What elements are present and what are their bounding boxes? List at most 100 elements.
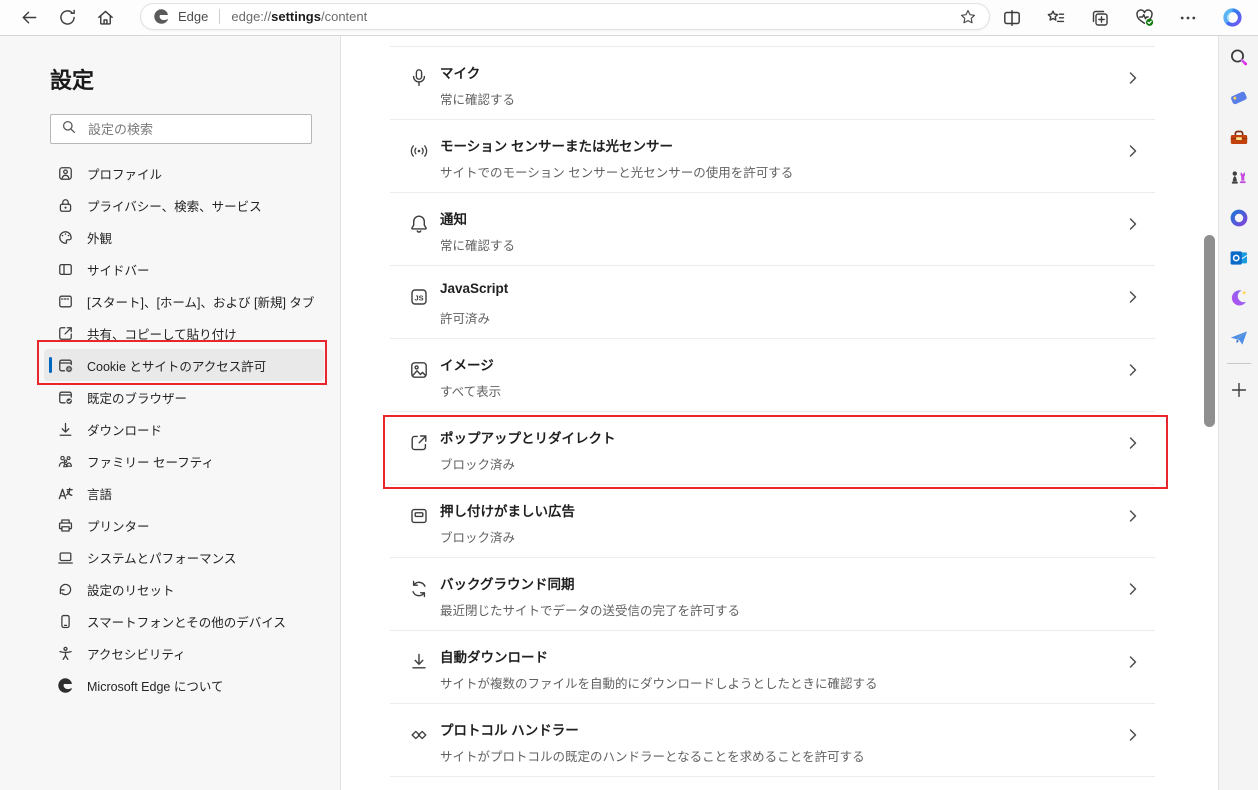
sidebar-item-label: ファミリー セーフティ — [87, 452, 214, 471]
sidebar-item-label: Microsoft Edge について — [87, 676, 223, 695]
permission-row[interactable]: プロトコル ハンドラーサイトがプロトコルの既定のハンドラーとなることを求めること… — [390, 703, 1155, 776]
permission-row[interactable]: 押し付けがましい広告ブロック済み — [390, 484, 1155, 557]
sidebar-item[interactable]: スマートフォンとその他のデバイス — [44, 605, 324, 637]
toolbar-action-buttons — [990, 0, 1254, 35]
sidebar-item[interactable]: プライバシー、検索、サービス — [44, 189, 324, 221]
popups-icon — [408, 432, 430, 454]
sidebar-item[interactable]: 設定のリセット — [44, 573, 324, 605]
background-sync-icon — [408, 578, 430, 600]
sidebar-item-label: 設定のリセット — [87, 580, 175, 599]
chevron-right-icon — [1125, 216, 1141, 232]
sidebar-item[interactable]: Cookie とサイトのアクセス許可 — [44, 349, 324, 381]
accessibility-icon — [57, 645, 74, 662]
settings-menu-button[interactable] — [1166, 3, 1210, 33]
browser-essentials-button[interactable] — [1122, 3, 1166, 33]
rail-search-button[interactable] — [1219, 38, 1258, 78]
sidebar-item[interactable]: 外観 — [44, 221, 324, 253]
permission-status: 許可済み — [440, 308, 490, 327]
collections-button[interactable] — [1078, 3, 1122, 33]
rail-image-creator-button[interactable] — [1219, 278, 1258, 318]
sidebar-item[interactable]: アクセシビリティ — [44, 637, 324, 669]
sidebar-item-label: アクセシビリティ — [87, 644, 186, 663]
scrollbar[interactable] — [1203, 36, 1216, 790]
settings-sidebar: 設定 プロファイルプライバシー、検索、サービス外観サイドバー[スタート]、[ホー… — [0, 36, 341, 790]
permission-title: ポップアップとリダイレクト — [440, 427, 616, 447]
edge-side-rail — [1218, 36, 1258, 790]
permission-status: 常に確認する — [440, 235, 515, 254]
edge-favicon-icon — [153, 8, 170, 25]
permission-row[interactable]: JS JavaScript 許可済み — [390, 265, 1155, 338]
rail-shopping-button[interactable] — [1219, 78, 1258, 118]
rail-tools-button[interactable] — [1219, 118, 1258, 158]
printer-icon — [57, 517, 74, 534]
sidebar-item[interactable]: Microsoft Edge について — [44, 669, 324, 701]
sidebar-item[interactable]: 共有、コピーして貼り付け — [44, 317, 324, 349]
rail-drop-button[interactable] — [1219, 318, 1258, 358]
permission-row[interactable]: バックグラウンド同期最近閉じたサイトでデータの送受信の完了を許可する — [390, 557, 1155, 630]
sidebar-icon — [57, 261, 74, 278]
permission-status: すべて表示 — [440, 381, 501, 400]
sidebar-item[interactable]: 言語 — [44, 477, 324, 509]
permission-row[interactable]: イメージすべて表示 — [390, 338, 1155, 411]
settings-search-box[interactable] — [50, 114, 312, 144]
sidebar-item-label: スマートフォンとその他のデバイス — [87, 612, 286, 631]
rail-outlook-button[interactable] — [1219, 238, 1258, 278]
scrollbar-thumb[interactable] — [1204, 235, 1215, 427]
sidebar-item-label: 共有、コピーして貼り付け — [87, 324, 237, 343]
chevron-right-icon — [1125, 654, 1141, 670]
sidebar-item[interactable]: ダウンロード — [44, 413, 324, 445]
sidebar-item[interactable]: [スタート]、[ホーム]、および [新規] タブ — [44, 285, 324, 317]
rail-games-button[interactable] — [1219, 158, 1258, 198]
reset-icon — [57, 581, 74, 598]
permission-row[interactable]: モーション センサーまたは光センサーサイトでのモーション センサーと光センサーの… — [390, 119, 1155, 192]
chevron-right-icon — [1125, 143, 1141, 159]
permission-row[interactable]: 通知常に確認する — [390, 192, 1155, 265]
chevron-right-icon — [1125, 508, 1141, 524]
permission-row[interactable]: ポップアップとリダイレクトブロック済み — [390, 411, 1155, 484]
favorite-star-icon[interactable] — [959, 8, 977, 26]
url-text: edge://settings/content — [231, 9, 367, 24]
share-icon — [57, 325, 74, 342]
svg-text:JS: JS — [414, 293, 423, 302]
auto-download-icon — [408, 651, 430, 673]
back-button[interactable] — [10, 3, 48, 33]
sidebar-item[interactable]: プリンター — [44, 509, 324, 541]
privacy-icon — [57, 197, 74, 214]
favorites-button[interactable] — [1034, 3, 1078, 33]
browser-toolbar: Edge edge://settings/content — [0, 0, 1258, 36]
permission-status: 常に確認する — [440, 89, 515, 108]
rail-microsoft365-button[interactable] — [1219, 198, 1258, 238]
sidebar-item[interactable]: プロファイル — [44, 157, 324, 189]
split-screen-button[interactable] — [990, 3, 1034, 33]
settings-nav: プロファイルプライバシー、検索、サービス外観サイドバー[スタート]、[ホーム]、… — [0, 157, 340, 701]
permission-row[interactable]: 自動ダウンロードサイトが複数のファイルを自動的にダウンロードしようとしたときに確… — [390, 630, 1155, 703]
sidebar-item[interactable]: システムとパフォーマンス — [44, 541, 324, 573]
home-button[interactable] — [86, 3, 124, 33]
microphone-icon — [408, 67, 430, 89]
copilot-button[interactable] — [1210, 3, 1254, 33]
permission-status: ブロック済み — [440, 454, 515, 473]
sidebar-item-label: プロファイル — [87, 164, 162, 183]
sidebar-item-label: 既定のブラウザー — [87, 388, 187, 407]
chevron-right-icon — [1125, 289, 1141, 305]
profile-icon — [57, 165, 74, 182]
sidebar-item-label: プライバシー、検索、サービス — [87, 196, 262, 215]
permission-title: 通知 — [440, 208, 467, 228]
toolbar-nav-buttons — [10, 0, 124, 35]
permission-title: モーション センサーまたは光センサー — [440, 135, 673, 155]
ads-icon — [408, 505, 430, 527]
permission-title: JavaScript — [440, 281, 508, 296]
settings-search-input[interactable] — [86, 121, 290, 138]
permission-row[interactable]: マイク常に確認する — [390, 46, 1155, 119]
sidebar-item[interactable]: サイドバー — [44, 253, 324, 285]
rail-add-button[interactable] — [1219, 370, 1258, 410]
sidebar-item[interactable]: ファミリー セーフティ — [44, 445, 324, 477]
edge-logo-icon — [57, 677, 74, 694]
chevron-right-icon — [1125, 581, 1141, 597]
sidebar-item[interactable]: 既定のブラウザー — [44, 381, 324, 413]
refresh-button[interactable] — [48, 3, 86, 33]
sidebar-item-label: Cookie とサイトのアクセス許可 — [87, 356, 266, 375]
family-icon — [57, 453, 74, 470]
site-label: Edge — [178, 9, 208, 24]
address-bar[interactable]: Edge edge://settings/content — [140, 3, 990, 30]
